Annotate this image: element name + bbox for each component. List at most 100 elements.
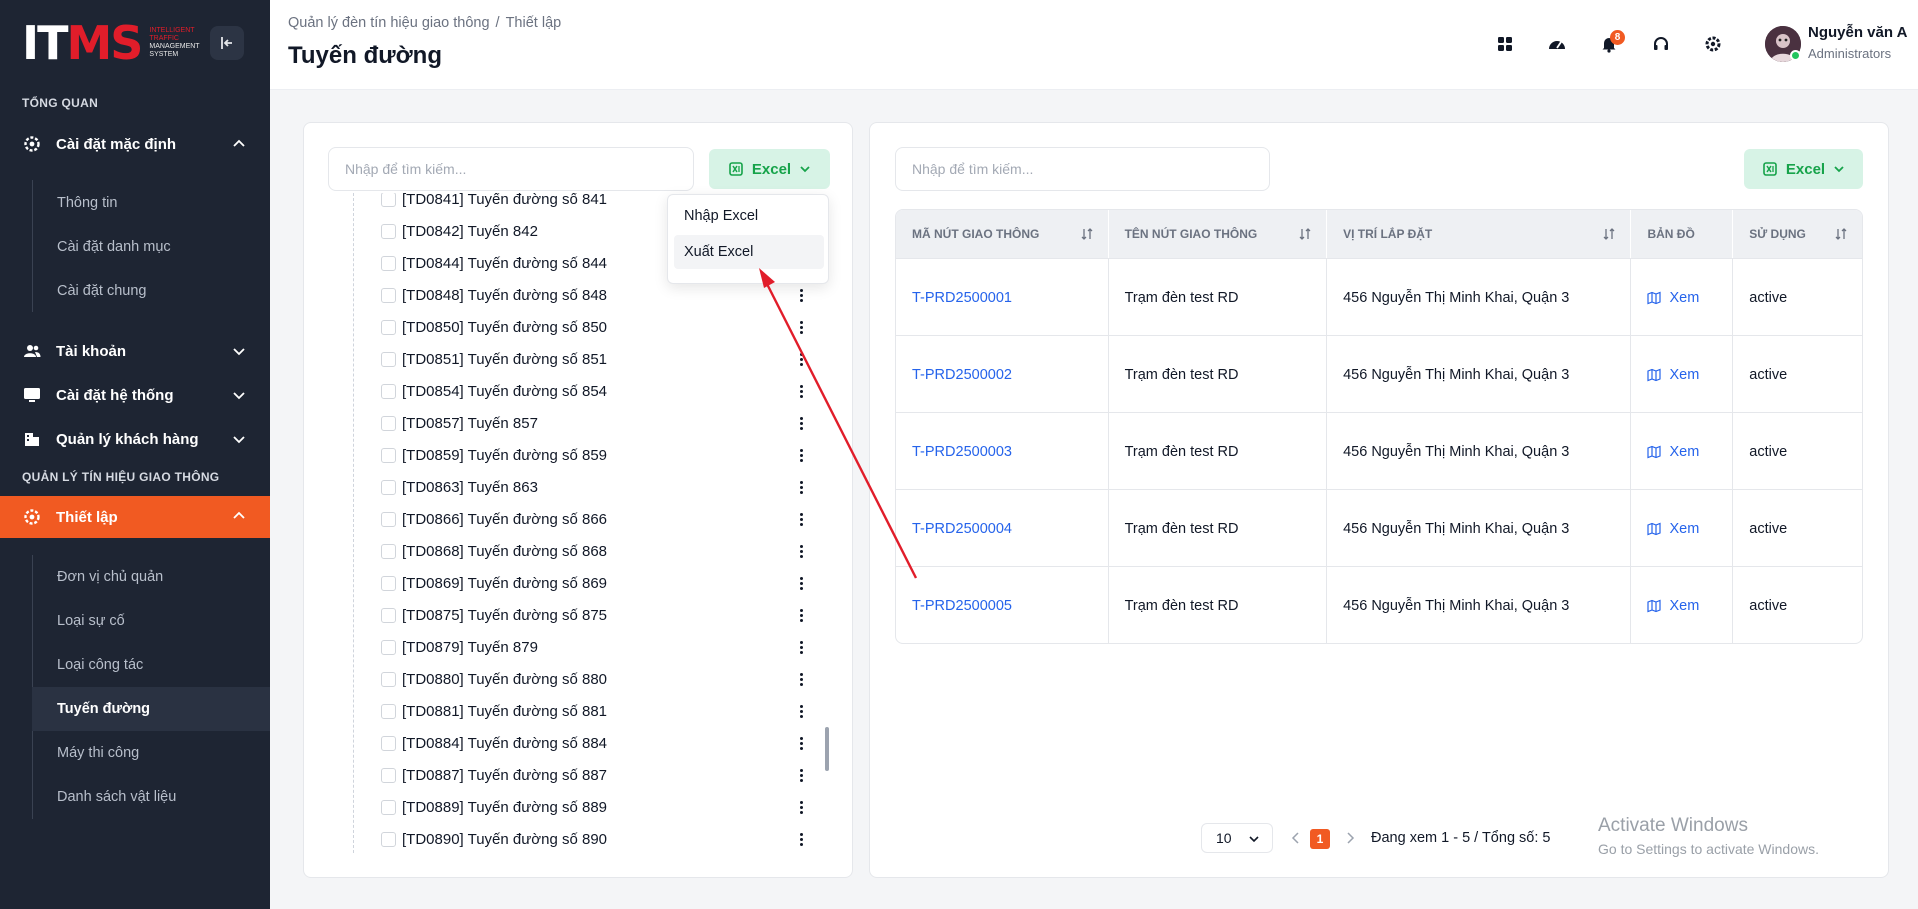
import-excel-option[interactable]: Nhập Excel bbox=[674, 199, 824, 233]
table-row[interactable]: T-PRD2500005 Trạm đèn test RD 456 Nguyễn T… bbox=[896, 566, 1862, 643]
sidebar-item-category-settings[interactable]: Cài đặt danh mục bbox=[32, 225, 270, 269]
more-vertical-icon[interactable] bbox=[795, 381, 807, 401]
breadcrumb-root[interactable]: Quản lý đèn tín hiệu giao thông bbox=[288, 15, 490, 31]
route-label[interactable]: [TD0857] Tuyến 857 bbox=[402, 415, 538, 432]
route-label[interactable]: [TD0851] Tuyến đường số 851 bbox=[402, 351, 607, 368]
more-vertical-icon[interactable] bbox=[795, 573, 807, 593]
route-checkbox[interactable] bbox=[381, 383, 396, 399]
map-view-link-text[interactable]: Xem bbox=[1669, 290, 1699, 306]
route-label[interactable]: [TD0889] Tuyến đường số 889 bbox=[402, 799, 607, 816]
sidebar-item-owner-unit[interactable]: Đơn vị chủ quản bbox=[32, 555, 270, 599]
export-excel-option[interactable]: Xuất Excel bbox=[674, 235, 824, 269]
tree-row[interactable]: [TD0875] Tuyến đường số 875 bbox=[304, 599, 854, 631]
more-vertical-icon[interactable] bbox=[795, 765, 807, 785]
node-code-link-text[interactable]: T-PRD2500005 bbox=[912, 598, 1012, 614]
breadcrumb-current[interactable]: Thiết lập bbox=[506, 15, 562, 31]
apps-button[interactable] bbox=[1489, 28, 1521, 60]
sort-icon[interactable] bbox=[1834, 227, 1848, 241]
route-label[interactable]: [TD0854] Tuyến đường số 854 bbox=[402, 383, 607, 400]
more-vertical-icon[interactable] bbox=[795, 605, 807, 625]
table-row[interactable]: T-PRD2500003 Trạm đèn test RD 456 Nguyễn T… bbox=[896, 412, 1862, 490]
route-checkbox[interactable] bbox=[381, 767, 396, 783]
tree-row[interactable]: [TD0887] Tuyến đường số 887 bbox=[304, 759, 854, 791]
sidebar-item-routes[interactable]: Tuyến đường bbox=[32, 687, 270, 731]
sidebar-item-machines[interactable]: Máy thi công bbox=[32, 731, 270, 775]
route-checkbox[interactable] bbox=[381, 287, 396, 303]
route-search-input[interactable] bbox=[328, 147, 694, 191]
tree-row[interactable]: [TD0868] Tuyến đường số 868 bbox=[304, 535, 854, 567]
route-checkbox[interactable] bbox=[381, 575, 396, 591]
more-vertical-icon[interactable] bbox=[795, 509, 807, 529]
more-vertical-icon[interactable] bbox=[795, 541, 807, 561]
route-checkbox[interactable] bbox=[381, 351, 396, 367]
more-vertical-icon[interactable] bbox=[795, 637, 807, 657]
more-vertical-icon[interactable] bbox=[795, 413, 807, 433]
chevron-left-icon[interactable] bbox=[1290, 831, 1302, 845]
sidebar-group-setup[interactable]: Thiết lập bbox=[0, 496, 270, 538]
node-code-link-text[interactable]: T-PRD2500001 bbox=[912, 290, 1012, 306]
map-view-link[interactable]: Xem bbox=[1631, 567, 1734, 643]
table-row[interactable]: T-PRD2500001 Trạm đèn test RD 456 Nguyễn T… bbox=[896, 258, 1862, 336]
itms-logo[interactable]: ITMS INTELLIGENT TRAFFIC MANAGEMENT SYST… bbox=[22, 20, 209, 66]
sort-icon[interactable] bbox=[1298, 227, 1312, 241]
node-code-link[interactable]: T-PRD2500003 bbox=[896, 413, 1109, 490]
more-vertical-icon[interactable] bbox=[795, 477, 807, 497]
excel-menu-button-right[interactable]: Excel bbox=[1744, 149, 1863, 189]
sidebar-group-defaults[interactable]: Cài đặt mặc định bbox=[0, 124, 270, 164]
node-search-input[interactable] bbox=[895, 147, 1270, 191]
support-button[interactable] bbox=[1645, 28, 1677, 60]
excel-menu-button[interactable]: Excel bbox=[709, 149, 830, 189]
route-checkbox[interactable] bbox=[381, 671, 396, 687]
route-checkbox[interactable] bbox=[381, 511, 396, 527]
tree-row[interactable]: [TD0850] Tuyến đường số 850 bbox=[304, 311, 854, 343]
route-checkbox[interactable] bbox=[381, 479, 396, 495]
tree-row[interactable]: [TD0869] Tuyến đường số 869 bbox=[304, 567, 854, 599]
route-checkbox[interactable] bbox=[381, 255, 396, 271]
more-vertical-icon[interactable] bbox=[795, 669, 807, 689]
table-row[interactable]: T-PRD2500002 Trạm đèn test RD 456 Nguyễn T… bbox=[896, 335, 1862, 413]
current-page-button[interactable]: 1 bbox=[1310, 829, 1330, 849]
route-label[interactable]: [TD0841] Tuyến đường số 841 bbox=[402, 193, 607, 208]
map-view-link[interactable]: Xem bbox=[1631, 259, 1734, 336]
tree-row[interactable]: [TD0884] Tuyến đường số 884 bbox=[304, 727, 854, 759]
node-code-link[interactable]: T-PRD2500004 bbox=[896, 490, 1109, 567]
tree-row[interactable]: [TD0859] Tuyến đường số 859 bbox=[304, 439, 854, 471]
sort-icon[interactable] bbox=[1080, 227, 1094, 241]
route-label[interactable]: [TD0869] Tuyến đường số 869 bbox=[402, 575, 607, 592]
tree-row[interactable]: [TD0863] Tuyến 863 bbox=[304, 471, 854, 503]
column-header-status[interactable]: SỬ DỤNG bbox=[1733, 210, 1862, 258]
tree-row[interactable]: [TD0881] Tuyến đường số 881 bbox=[304, 695, 854, 727]
node-code-link[interactable]: T-PRD2500002 bbox=[896, 336, 1109, 413]
sidebar-item-materials[interactable]: Danh sách vật liệu bbox=[32, 775, 270, 819]
node-code-link[interactable]: T-PRD2500001 bbox=[896, 259, 1109, 336]
node-code-link-text[interactable]: T-PRD2500002 bbox=[912, 367, 1012, 383]
node-code-link-text[interactable]: T-PRD2500004 bbox=[912, 521, 1012, 537]
column-header-name[interactable]: TÊN NÚT GIAO THÔNG bbox=[1109, 210, 1328, 258]
route-label[interactable]: [TD0887] Tuyến đường số 887 bbox=[402, 767, 607, 784]
sidebar-group-system[interactable]: Cài đặt hệ thống bbox=[0, 375, 270, 415]
tree-scrollbar-thumb[interactable] bbox=[825, 727, 829, 771]
route-checkbox[interactable] bbox=[381, 735, 396, 751]
more-vertical-icon[interactable] bbox=[795, 317, 807, 337]
user-name[interactable]: Nguyễn văn A bbox=[1808, 24, 1907, 41]
map-view-link-text[interactable]: Xem bbox=[1669, 521, 1699, 537]
tree-row[interactable]: [TD0890] Tuyến đường số 890 bbox=[304, 823, 854, 855]
tree-row[interactable]: [TD0880] Tuyến đường số 880 bbox=[304, 663, 854, 695]
route-label[interactable]: [TD0848] Tuyến đường số 848 bbox=[402, 287, 607, 304]
route-checkbox[interactable] bbox=[381, 223, 396, 239]
route-checkbox[interactable] bbox=[381, 543, 396, 559]
chevron-right-icon[interactable] bbox=[1344, 831, 1356, 845]
route-checkbox[interactable] bbox=[381, 831, 396, 847]
route-label[interactable]: [TD0875] Tuyến đường số 875 bbox=[402, 607, 607, 624]
notifications-button[interactable]: 8 bbox=[1593, 28, 1625, 60]
route-label[interactable]: [TD0866] Tuyến đường số 866 bbox=[402, 511, 607, 528]
sidebar-item-info[interactable]: Thông tin bbox=[32, 181, 270, 225]
collapse-sidebar-button[interactable] bbox=[210, 26, 244, 60]
route-label[interactable]: [TD0881] Tuyến đường số 881 bbox=[402, 703, 607, 720]
map-view-link[interactable]: Xem bbox=[1631, 336, 1734, 413]
route-label[interactable]: [TD0850] Tuyến đường số 850 bbox=[402, 319, 607, 336]
node-code-link-text[interactable]: T-PRD2500003 bbox=[912, 444, 1012, 460]
map-view-link[interactable]: Xem bbox=[1631, 413, 1734, 490]
route-checkbox[interactable] bbox=[381, 447, 396, 463]
map-view-link-text[interactable]: Xem bbox=[1669, 598, 1699, 614]
